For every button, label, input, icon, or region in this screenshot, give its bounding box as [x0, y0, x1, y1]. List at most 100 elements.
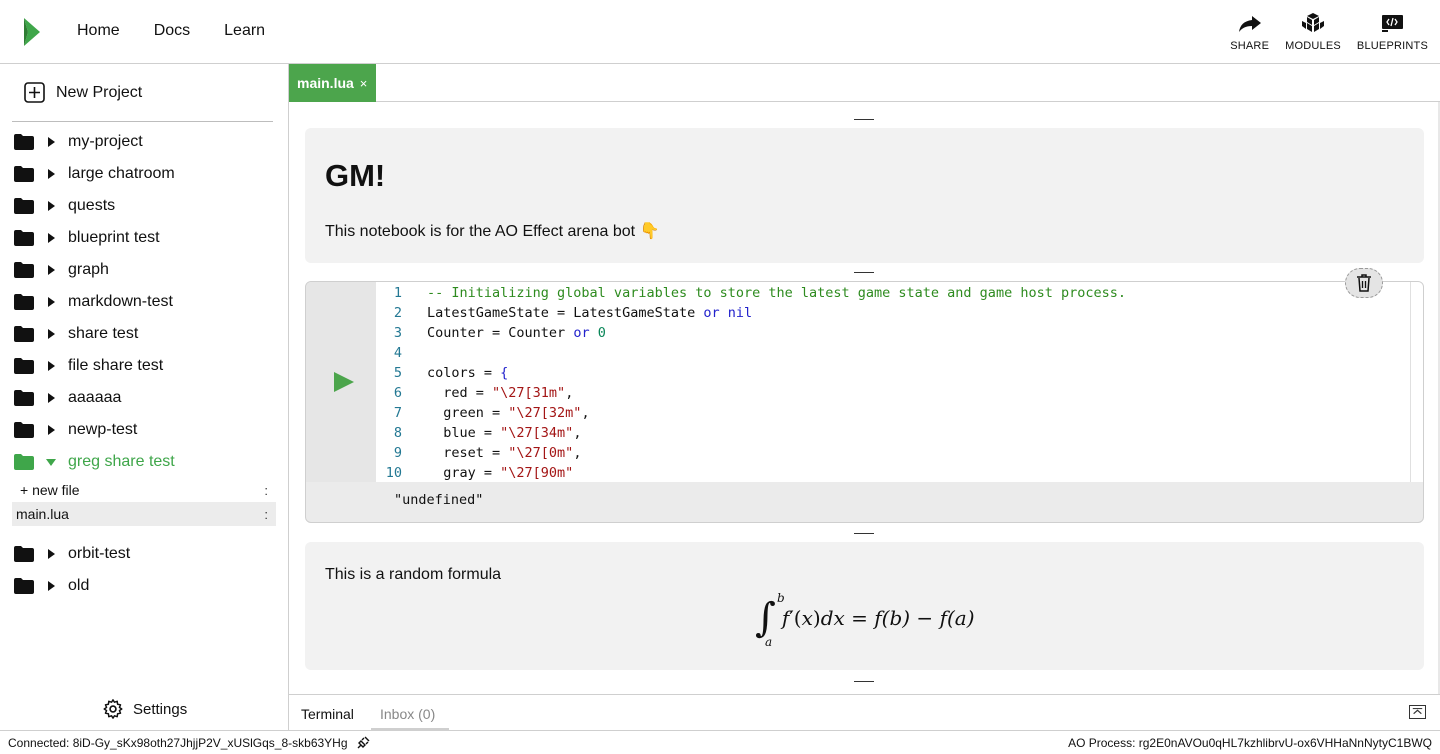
folder-my-project[interactable]: my-project	[12, 126, 276, 158]
folder-label: blueprint test	[68, 229, 160, 246]
formula-minus: −	[910, 606, 940, 630]
math-formula: ∫ b a f ′( x ) dx = f(b) − f(a)	[755, 592, 975, 648]
cell-paragraph: This is a random formula	[325, 566, 502, 583]
modules-button[interactable]: MODULES	[1285, 12, 1341, 52]
line-number: 6	[393, 385, 402, 401]
formula-fa: f(a)	[939, 606, 975, 630]
nav-docs-link[interactable]: Docs	[154, 22, 190, 40]
tab-inbox[interactable]: Inbox (0)	[380, 706, 435, 722]
line-code: reset = "\27[0m",	[427, 445, 582, 461]
new-file-button[interactable]: + new file :	[12, 478, 276, 502]
lower-limit: a	[765, 635, 773, 649]
formula-eq: =	[844, 606, 875, 630]
folder-icon	[14, 326, 34, 342]
nav-home-link[interactable]: Home	[77, 22, 120, 40]
caret-right-icon	[48, 393, 55, 403]
line-number: 7	[393, 405, 402, 421]
folder-newp-test[interactable]: newp-test	[12, 414, 276, 446]
cell-drag-handle[interactable]	[854, 119, 874, 120]
caret-right-icon	[48, 581, 55, 591]
new-project-label: New Project	[56, 83, 143, 101]
share-icon	[1238, 16, 1261, 32]
line-code: gray = "\27[90m"	[427, 465, 574, 481]
caret-right-icon	[48, 201, 55, 211]
settings-button[interactable]: Settings	[102, 698, 187, 720]
editor-tab-bar: main.lua ×	[289, 64, 1440, 102]
tab-main-lua[interactable]: main.lua ×	[289, 64, 376, 102]
line-code: colors = {	[427, 365, 509, 381]
file-label: main.lua	[16, 506, 69, 522]
formula-x: x	[801, 606, 813, 630]
sidebar: New Project my-project large chatroom qu…	[0, 64, 289, 730]
formula-dx: dx	[820, 606, 845, 630]
nav-learn-link[interactable]: Learn	[224, 22, 265, 40]
editor-scrollbar[interactable]	[1410, 282, 1423, 482]
caret-right-icon	[48, 233, 55, 243]
cell-paragraph: This notebook is for the AO Effect arena…	[325, 223, 660, 240]
new-file-label: + new file	[20, 482, 80, 498]
folder-share-test[interactable]: share test	[12, 318, 276, 350]
folder-greg-share-test[interactable]: greg share test	[12, 446, 276, 478]
folder-old[interactable]: old	[12, 570, 276, 602]
folder-blueprint-test[interactable]: blueprint test	[12, 222, 276, 254]
plug-icon[interactable]	[356, 736, 370, 750]
folder-icon	[14, 134, 34, 150]
tab-terminal[interactable]: Terminal	[301, 706, 354, 722]
connected-address: Connected: 8iD-Gy_sKx98oth27JhjjP2V_xUSl…	[8, 736, 348, 750]
folder-large-chatroom[interactable]: large chatroom	[12, 158, 276, 190]
line-code: LatestGameState = LatestGameState or nil	[427, 305, 753, 321]
tab-label: main.lua	[297, 75, 354, 91]
file-main-lua[interactable]: main.lua :	[12, 502, 276, 526]
folder-icon	[14, 230, 34, 246]
folder-icon	[14, 294, 34, 310]
folder-icon	[14, 546, 34, 562]
line-number: 3	[393, 325, 402, 341]
more-options-icon[interactable]: :	[264, 507, 268, 522]
formula-f: f	[781, 606, 790, 630]
app-logo-icon[interactable]	[22, 18, 42, 46]
caret-right-icon	[48, 297, 55, 307]
toolbar: SHARE MODULES BLUEPRINTS	[1214, 12, 1428, 52]
folder-quests[interactable]: quests	[12, 190, 276, 222]
caret-right-icon	[48, 265, 55, 275]
project-tree: my-project large chatroom quests bluepri…	[12, 126, 276, 602]
folder-graph[interactable]: graph	[12, 254, 276, 286]
delete-cell-button[interactable]	[1345, 268, 1383, 298]
integral-sign: ∫ b a	[755, 592, 785, 648]
folder-label: newp-test	[68, 421, 138, 438]
folder-orbit-test[interactable]: orbit-test	[12, 538, 276, 570]
notebook: GM! This notebook is for the AO Effect a…	[290, 102, 1440, 694]
cell-drag-handle[interactable]	[854, 533, 874, 534]
folder-file-share-test[interactable]: file share test	[12, 350, 276, 382]
close-tab-icon[interactable]: ×	[360, 76, 368, 91]
markdown-cell[interactable]: This is a random formula ∫ b a f ′( x ) …	[305, 542, 1424, 670]
cell-drag-handle[interactable]	[854, 681, 874, 682]
blueprints-label: BLUEPRINTS	[1356, 40, 1428, 52]
markdown-cell[interactable]: GM! This notebook is for the AO Effect a…	[305, 128, 1424, 263]
cell-drag-handle[interactable]	[854, 272, 874, 273]
caret-right-icon	[48, 361, 55, 371]
play-icon[interactable]	[334, 372, 354, 392]
settings-label: Settings	[133, 700, 188, 718]
code-cell: 1 -- Initializing global variables to sto…	[305, 281, 1424, 523]
more-options-icon[interactable]: :	[264, 483, 268, 498]
folder-label: quests	[68, 197, 116, 214]
code-editor[interactable]: 1 -- Initializing global variables to sto…	[376, 282, 1410, 482]
folder-label: share test	[68, 325, 139, 342]
ao-process-id: AO Process: rg2E0nAVOu0qHL7kzhlibrvU-ox6…	[1068, 736, 1432, 750]
connection-status: Connected: 8iD-Gy_sKx98oth27JhjjP2V_xUSl…	[8, 736, 370, 750]
folder-icon	[14, 358, 34, 374]
folder-label: greg share test	[68, 453, 175, 470]
plus-square-icon	[24, 82, 45, 103]
status-bar: Connected: 8iD-Gy_sKx98oth27JhjjP2V_xUSl…	[0, 730, 1440, 754]
new-project-button[interactable]: New Project	[24, 82, 142, 103]
line-number: 1	[393, 285, 402, 301]
blueprints-button[interactable]: BLUEPRINTS	[1357, 12, 1428, 52]
share-label: SHARE	[1230, 40, 1270, 52]
modules-label: MODULES	[1285, 40, 1341, 52]
folder-aaaaaa[interactable]: aaaaaa	[12, 382, 276, 414]
expand-panel-icon[interactable]	[1409, 705, 1426, 719]
formula-prime: ′(	[789, 606, 802, 630]
folder-markdown-test[interactable]: markdown-test	[12, 286, 276, 318]
share-button[interactable]: SHARE	[1230, 12, 1269, 52]
